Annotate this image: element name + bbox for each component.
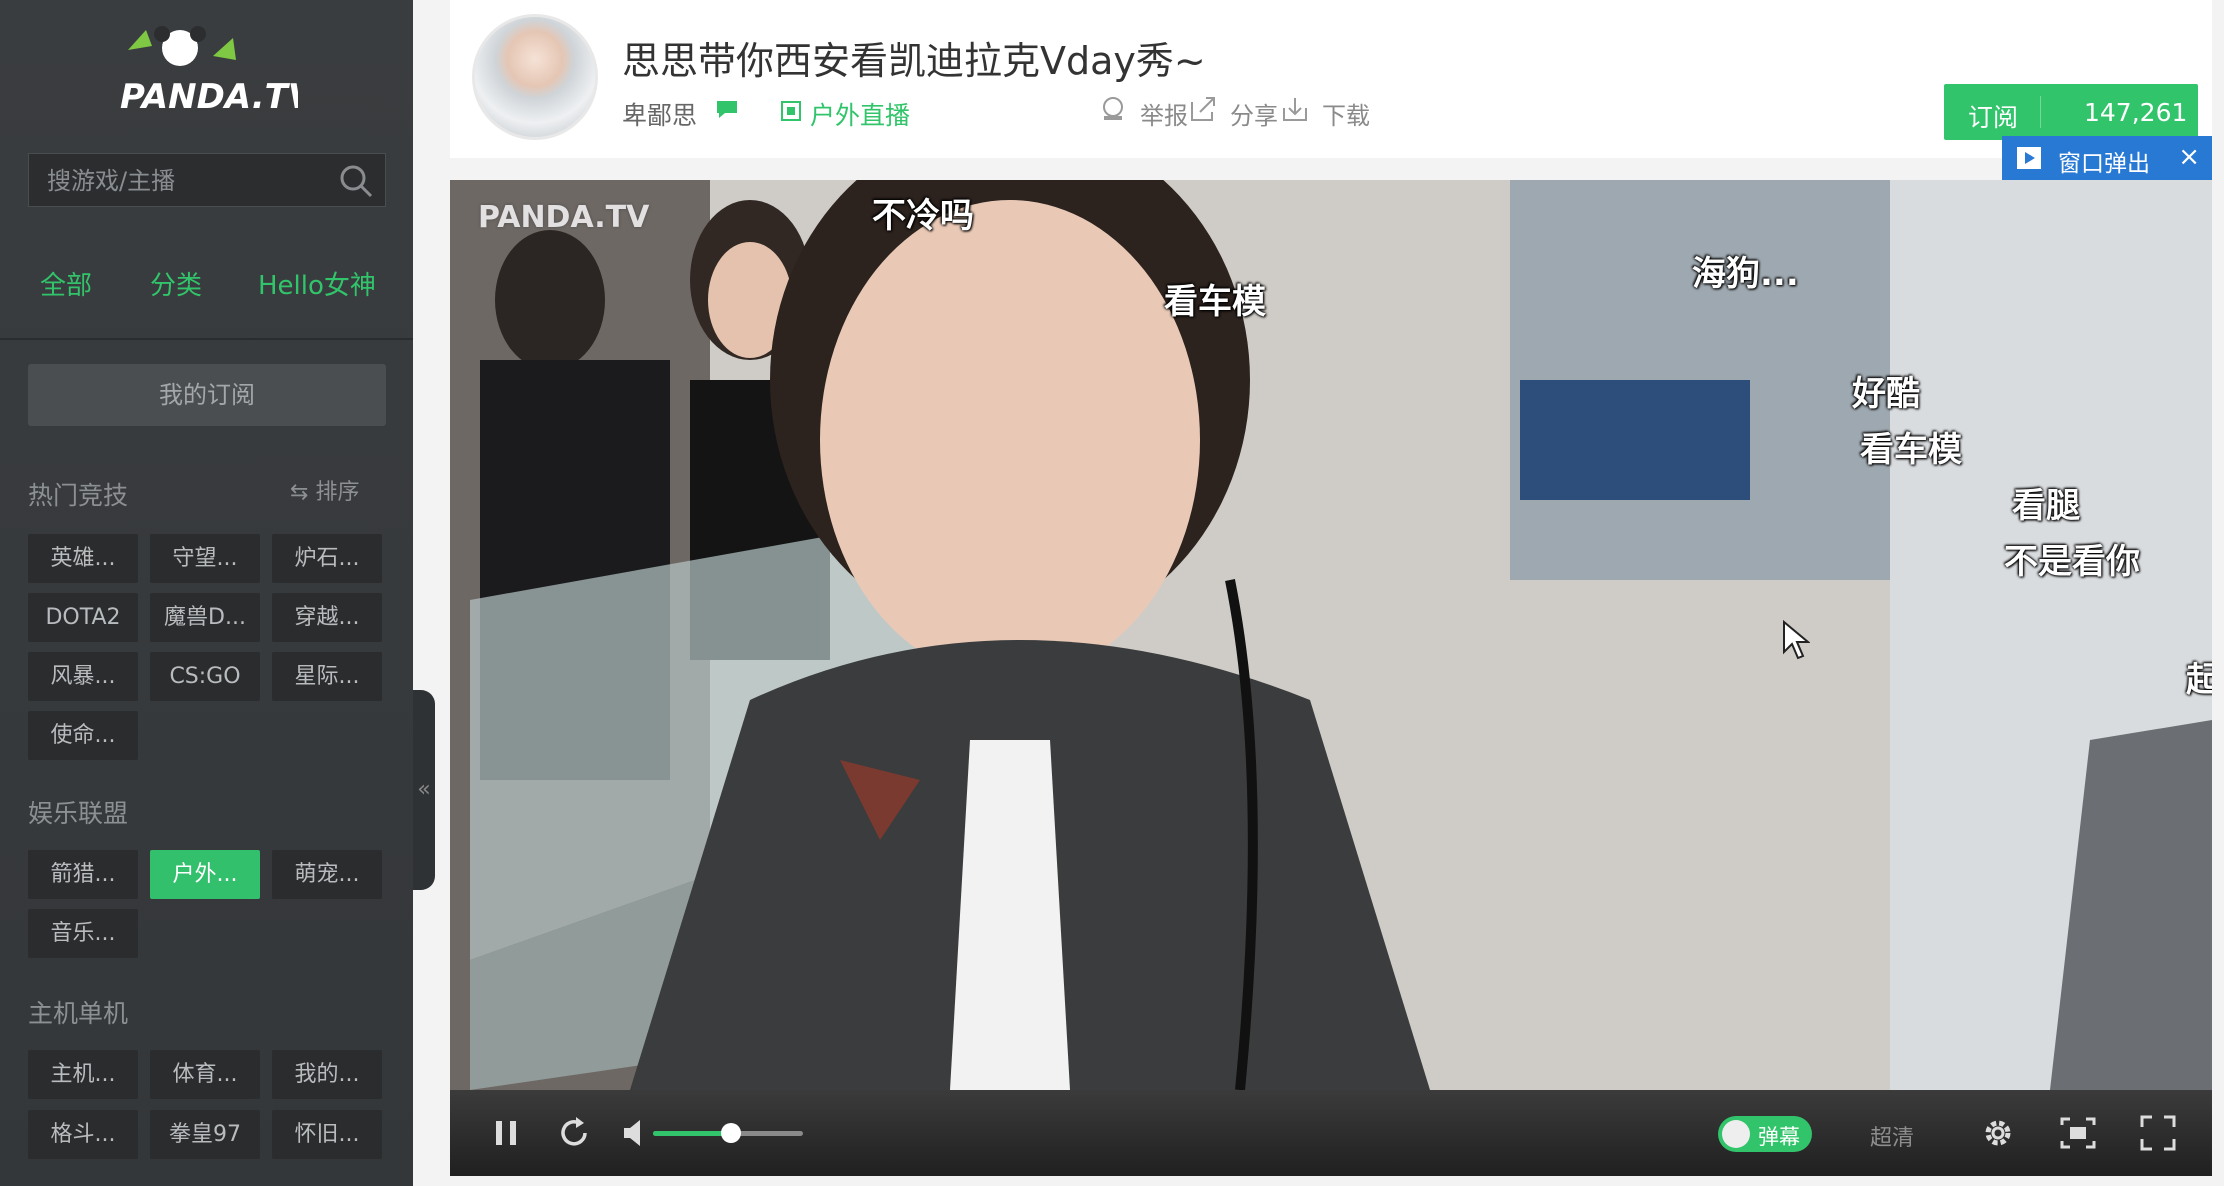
subscriber-count: 147,261 bbox=[2084, 98, 2188, 127]
sort-icon: ⇆ bbox=[290, 480, 309, 505]
section-title-entertainment: 娱乐联盟 bbox=[28, 799, 129, 828]
tag-item[interactable]: 炉石... bbox=[272, 534, 382, 583]
report-icon bbox=[1103, 97, 1123, 120]
tag-item[interactable]: 格斗... bbox=[28, 1110, 138, 1159]
tag-item[interactable]: 风暴... bbox=[28, 652, 138, 701]
nav-categories[interactable]: 分类 bbox=[150, 265, 202, 302]
volume-fill bbox=[653, 1131, 731, 1136]
streamer-name[interactable]: 卑鄙思 bbox=[622, 96, 697, 132]
divider bbox=[2040, 96, 2041, 128]
fullscreen-icon[interactable] bbox=[2138, 1113, 2178, 1153]
danmu-comment: 不是看你 bbox=[2004, 542, 2140, 582]
report-label: 举报 bbox=[1140, 102, 1188, 130]
section-title-esports: 热门竞技 bbox=[28, 481, 129, 510]
settings-gear-icon[interactable] bbox=[1978, 1113, 2018, 1153]
tag-item[interactable]: 萌宠... bbox=[272, 850, 382, 899]
tag-item[interactable]: 星际... bbox=[272, 652, 382, 701]
my-subscriptions-button[interactable]: 我的订阅 bbox=[28, 364, 386, 426]
tag-item[interactable]: 魔兽D... bbox=[150, 593, 260, 642]
play-window-icon bbox=[2017, 147, 2041, 169]
sort-label: 排序 bbox=[315, 480, 360, 505]
danmu-comment: 海狗... bbox=[1692, 254, 1799, 294]
volume-icon[interactable] bbox=[620, 1113, 650, 1153]
room-header: 思思带你西安看凯迪拉克Vday秀~ 卑鄙思 户外直播 举报 分享 下载 订阅 1… bbox=[450, 0, 2212, 158]
tag-item-active[interactable]: 户外... bbox=[150, 850, 260, 899]
video-player[interactable]: PANDA.TV 不冷吗 看车模 海狗... 好酷 看车模 看腿 不是看你 起 … bbox=[450, 180, 2212, 1176]
nav-all[interactable]: 全部 bbox=[40, 265, 92, 302]
tag-item[interactable]: 守望... bbox=[150, 534, 260, 583]
popout-window-button[interactable]: 窗口弹出 × bbox=[2002, 136, 2212, 180]
share-label: 分享 bbox=[1230, 102, 1278, 130]
subscribe-button[interactable]: 订阅 147,261 bbox=[1944, 84, 2198, 140]
mouse-cursor-icon bbox=[1783, 620, 1810, 660]
collapse-sidebar-button[interactable]: « bbox=[413, 690, 435, 890]
room-title: 思思带你西安看凯迪拉克Vday秀~ bbox=[622, 39, 1206, 83]
refresh-icon[interactable] bbox=[554, 1113, 594, 1153]
tag-item[interactable]: 穿越... bbox=[272, 593, 382, 642]
danmu-toggle[interactable]: 弹幕 bbox=[1718, 1116, 1812, 1152]
sort-button[interactable]: ⇆ 排序 bbox=[290, 474, 359, 506]
quality-selector[interactable]: 超清 bbox=[1870, 1120, 1914, 1152]
tag-item[interactable]: 体育... bbox=[150, 1050, 260, 1099]
pause-icon[interactable] bbox=[486, 1113, 526, 1153]
danmu-comment: 看车模 bbox=[1164, 282, 1266, 322]
danmu-comment: 看腿 bbox=[2012, 486, 2080, 526]
popout-label: 窗口弹出 bbox=[2058, 151, 2150, 177]
section-title-console: 主机单机 bbox=[28, 999, 129, 1028]
tag-item[interactable]: 箭猎... bbox=[28, 850, 138, 899]
sidebar: PANDA.TV 全部 分类 Hello女神 我的订阅 热门竞技 ⇆ 排序 英雄… bbox=[0, 0, 413, 1186]
danmu-comment: 好酷 bbox=[1852, 374, 1920, 414]
download-label: 下载 bbox=[1322, 102, 1370, 130]
nav-hello-goddess[interactable]: Hello女神 bbox=[258, 265, 376, 302]
danmu-comment: 起 bbox=[2186, 660, 2212, 700]
share-icon bbox=[1191, 97, 1215, 121]
avatar[interactable] bbox=[472, 14, 598, 140]
download-icon bbox=[1283, 98, 1307, 121]
tag-item[interactable]: 音乐... bbox=[28, 909, 138, 958]
tag-item[interactable]: 使命... bbox=[28, 711, 138, 760]
category-icon bbox=[781, 101, 801, 121]
subscribe-label: 订阅 bbox=[1968, 103, 2019, 132]
tag-item[interactable]: 英雄... bbox=[28, 534, 138, 583]
panda-tv-logo[interactable]: PANDA.TV bbox=[118, 20, 317, 120]
danmu-comment: 看车模 bbox=[1860, 430, 1962, 470]
logo-text: PANDA.TV bbox=[120, 77, 298, 117]
watermark: PANDA.TV bbox=[478, 200, 650, 235]
tag-item[interactable]: 主机... bbox=[28, 1050, 138, 1099]
search-input[interactable] bbox=[29, 154, 349, 208]
chevron-left-icon: « bbox=[417, 777, 431, 802]
sidebar-top-nav: 全部 分类 Hello女神 bbox=[0, 265, 413, 315]
volume-knob[interactable] bbox=[721, 1123, 741, 1143]
search-icon[interactable] bbox=[337, 162, 375, 200]
danmu-comment: 不冷吗 bbox=[872, 196, 974, 236]
tag-item[interactable]: DOTA2 bbox=[28, 593, 138, 642]
tag-item[interactable]: 我的... bbox=[272, 1050, 382, 1099]
search-box bbox=[28, 153, 386, 208]
tag-item[interactable]: CS:GO bbox=[150, 652, 260, 701]
toggle-knob bbox=[1722, 1120, 1750, 1148]
danmu-toggle-label: 弹幕 bbox=[1758, 1125, 1800, 1149]
category-label: 户外直播 bbox=[810, 101, 911, 130]
verified-icon bbox=[717, 101, 737, 118]
tag-item[interactable]: 拳皇97 bbox=[150, 1110, 260, 1159]
video-frame bbox=[450, 180, 2212, 1090]
web-fullscreen-icon[interactable] bbox=[2058, 1113, 2098, 1153]
close-icon[interactable]: × bbox=[2178, 142, 2200, 172]
divider bbox=[0, 338, 413, 340]
player-controls: 弹幕 超清 bbox=[450, 1090, 2212, 1176]
tag-item[interactable]: 怀旧... bbox=[272, 1110, 382, 1159]
